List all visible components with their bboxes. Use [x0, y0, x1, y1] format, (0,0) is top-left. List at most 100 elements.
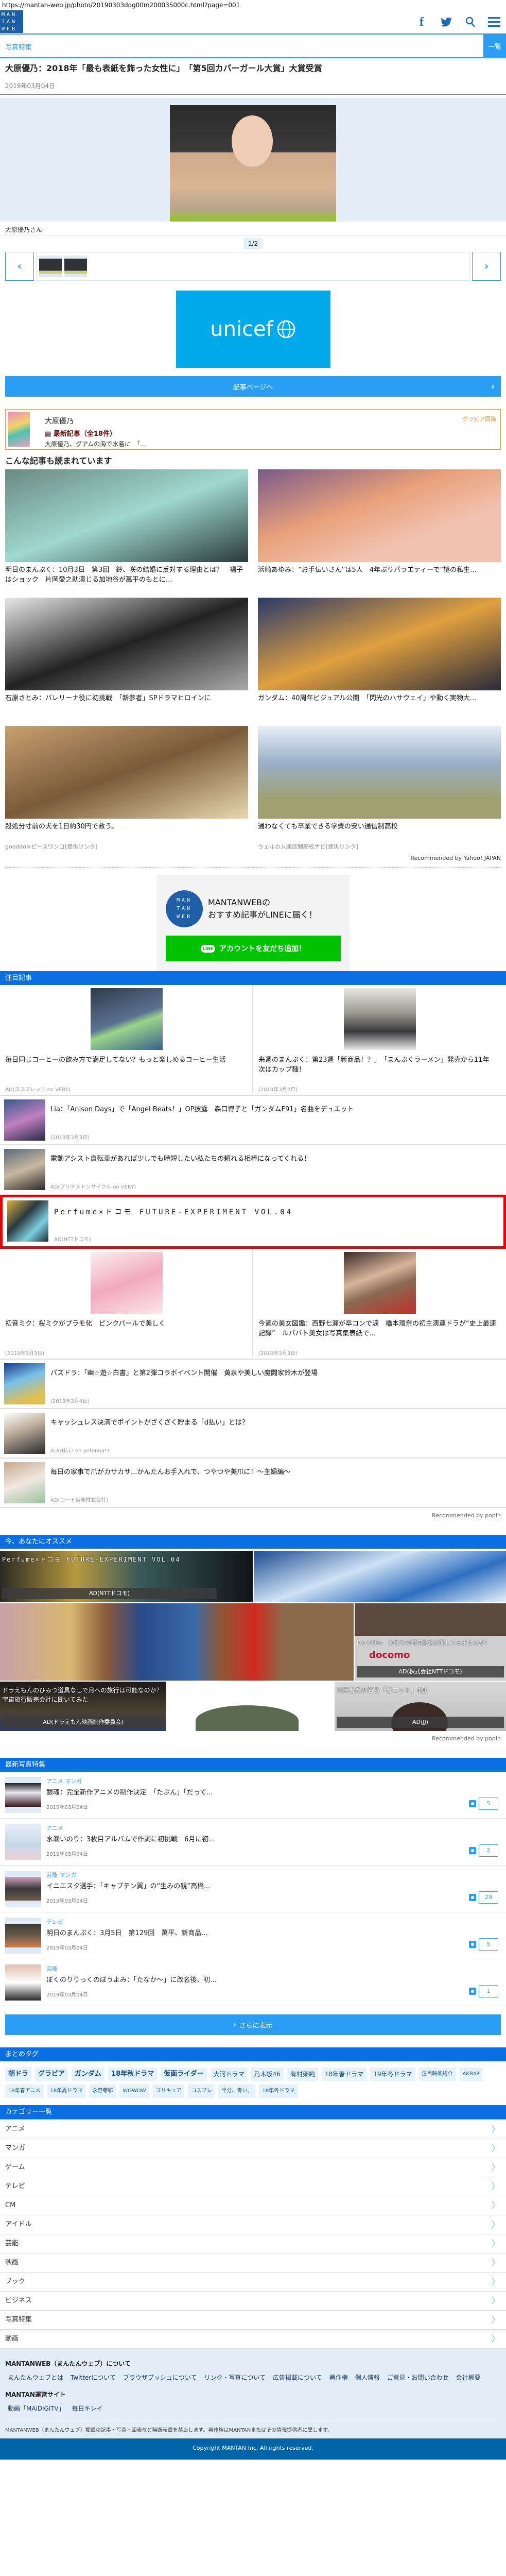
category-item[interactable]: 動画 〉 — [0, 2330, 506, 2349]
tag-link[interactable]: 半分、青い。 — [218, 2084, 256, 2098]
recommend-tile[interactable]: Perfume×ドコモ FUTURE-EXPERIMENT VOL.04 AD(N… — [0, 1551, 253, 1602]
footer-link[interactable]: ブラウザプッシュについて — [123, 2373, 197, 2382]
category-item[interactable]: ブック 〉 — [0, 2273, 506, 2292]
photo-list-item[interactable]: 芸能 マンガ イニエスタ選手：「キャプテン翼」の“生みの親”高橋... 2019年0… — [0, 1866, 506, 1912]
category-item[interactable]: 芸能 〉 — [0, 2234, 506, 2253]
list-item[interactable]: Lia：「Anison Days」で「Angel Beats！」OP披露 森口博… — [0, 1096, 506, 1145]
tag-link[interactable]: 18年春アニメ — [5, 2084, 44, 2098]
read-card[interactable]: ガンダム：40周年ビジュアル公開 「閃光のハサウェイ」や動く実物大… — [258, 598, 501, 721]
recommend-tile[interactable] — [254, 1551, 506, 1602]
list-item[interactable]: パズドラ：「幽☆遊☆白書」と第2弾コラボイベント開催 黄泉や美しい魔闘家鈴木が登… — [0, 1360, 506, 1409]
featured-card[interactable]: 来週のまんぷく：第23週「新商品！？」 「まんぷくラーメン」発売から11年 次は… — [253, 985, 506, 1095]
item-part: アニメ — [5, 2125, 25, 2133]
footer-link[interactable]: リンク・写真について — [204, 2373, 266, 2382]
tag-link[interactable]: プリキュア — [152, 2084, 185, 2098]
tag-link[interactable]: 永野芽郁 — [89, 2084, 116, 2098]
gravure-name[interactable]: 大原優乃 — [45, 416, 74, 426]
footer-link[interactable]: 広告掲載について — [273, 2373, 322, 2382]
featured-mid: 初音ミク：桜ミクがプラモ化 ピンクパールで美しく (2019年3月3日) 今週の美… — [0, 1249, 506, 1360]
highlight-ad-item[interactable]: Perfume×ドコモ FUTURE-EXPERIMENT VOL.04 AD(… — [0, 1195, 506, 1249]
tag-link[interactable]: 18年冬ドラマ — [259, 2084, 298, 2098]
category-item[interactable]: ビジネス 〉 — [0, 2292, 506, 2311]
list-button[interactable]: 一覧 — [483, 35, 506, 57]
read-card[interactable]: 石原さとみ：バレリーナ役に初挑戦 「新参者」SPドラマヒロインに — [5, 598, 248, 721]
camera-icon — [469, 1988, 476, 1995]
read-card[interactable]: 殺処分寸前の犬を1日約30円で救う。 gooddo×ピースワンコ[提供リンク] — [5, 726, 248, 851]
footer-link[interactable]: ご意見・お問い合わせ — [387, 2373, 449, 2382]
site-logo[interactable]: MAN TAN WEB — [0, 10, 23, 33]
list-item[interactable]: 毎日の家事で爪がカサカサ...かんたんお手入れで、つやつや美爪に！～主婦編～ AD… — [0, 1459, 506, 1508]
tag-link[interactable]: ガンダム — [72, 2067, 105, 2081]
list-item[interactable]: キャッシュレス決済でポイントがざくざく貯まる「d払い」とは？ AD(d払い on … — [0, 1409, 506, 1459]
category-item[interactable]: 映画 〉 — [0, 2253, 506, 2273]
line-add-friend-button[interactable]: LINE アカウントを友だち追加！ — [166, 936, 341, 961]
search-icon[interactable] — [463, 14, 478, 30]
featured-card[interactable]: 毎日同じコーヒーの飲み方で満足してない？もっと楽しめるコーヒー生活 AD(ネスプレ… — [0, 985, 253, 1095]
unicef-ad[interactable]: unicef — [176, 291, 330, 368]
next-photo-button[interactable]: › — [472, 252, 501, 281]
item-part — [5, 1964, 41, 2001]
recommend-tile[interactable] — [167, 1682, 334, 1731]
footer-link[interactable]: 動画「MAiDiGiTV」 — [8, 2404, 65, 2413]
tag-link[interactable]: 18年秋ドラマ — [108, 2067, 158, 2081]
featured-card[interactable]: 初音ミク：桜ミクがプラモ化 ピンクパールで美しく (2019年3月3日) — [0, 1249, 253, 1359]
tag-link[interactable]: コスプレ — [188, 2084, 215, 2098]
popin-credit[interactable]: Recommended by popIn — [0, 1731, 506, 1745]
prev-photo-button[interactable]: ‹ — [5, 252, 34, 281]
item-part: AD(ブリヂストンサイクル on VERY) — [50, 1184, 136, 1190]
footer-link[interactable]: まんたんウェブとは — [8, 2373, 63, 2382]
thumbnail-2[interactable] — [64, 256, 87, 277]
recommend-tile[interactable]: 川口春奈が着る「春ニット」4選 AD(JJ) — [335, 1682, 506, 1731]
footer-link[interactable]: Twitterについて — [71, 2373, 116, 2382]
category-item[interactable]: アイドル 〉 — [0, 2215, 506, 2234]
tag-link[interactable]: 18年夏ドラマ — [47, 2084, 86, 2098]
read-card[interactable]: 明日のまんぷく：10月3日 第3回 鈴、咲の結婚に反対する理由とは？ 福子はショ… — [5, 469, 248, 592]
footer-link[interactable]: 会社概要 — [456, 2373, 481, 2382]
tag-link[interactable]: グラビア — [35, 2067, 68, 2081]
category-item[interactable]: ゲーム 〉 — [0, 2158, 506, 2177]
main-photo[interactable] — [170, 105, 336, 222]
footer-link[interactable]: 個人情報 — [355, 2373, 380, 2382]
tag-link[interactable]: 大河ドラマ — [210, 2067, 248, 2081]
photo-list-item[interactable]: 芸能 ぼくのりりっくのぼうよみ：「たなか～」に改名後、初... 2019年03月04… — [0, 1959, 506, 2006]
category-item[interactable]: アニメ 〉 — [0, 2120, 506, 2139]
menu-icon[interactable] — [486, 14, 502, 30]
tag-link[interactable]: 仮面ライダー — [161, 2067, 207, 2081]
recommend-tile[interactable]: ドラえもんのひみつ道具なしで月への旅行は可能なのか？宇宙旅行販売会社に聞いてみた… — [0, 1682, 166, 1731]
thumbnail-1[interactable] — [39, 256, 62, 277]
gravure-box[interactable]: 大原優乃 ▤ 最新記事（全18件） 大原優乃、グアムの海で水着に 「... グラ… — [5, 409, 501, 450]
recommend-tile[interactable]: For ONEs あなたの耳年齢を診断してみませんか？ docomo AD(株式会社… — [355, 1603, 506, 1681]
footer-link[interactable]: 著作権 — [329, 2373, 348, 2382]
read-card[interactable]: 通わなくても卒業できる学費の安い通信制高校 ウェルカム通信制高校ナビ[提供リンク] — [258, 726, 501, 851]
photo-list-item[interactable]: アニメ マンガ 銀魂：完全新作アニメの制作決定 「たぶん」「だって... 2019年… — [0, 1772, 506, 1819]
category-item[interactable]: テレビ 〉 — [0, 2177, 506, 2196]
show-more-button[interactable]: › さらに表示 — [5, 2014, 501, 2035]
tag-link[interactable]: 朝ドラ — [5, 2067, 32, 2081]
tag-link[interactable]: AKB48 — [459, 2067, 483, 2081]
photo-list-item[interactable]: テレビ 明日のまんぷく：3月5日 第129回 萬平、新商品... 2019年03月0… — [0, 1912, 506, 1959]
tag-link[interactable]: 有村架純 — [287, 2067, 318, 2081]
yahoo-credit[interactable]: Recommended by Yahoo! JAPAN — [0, 851, 506, 865]
footer-link[interactable]: 毎日キレイ — [72, 2404, 103, 2413]
recommend-tile[interactable] — [0, 1603, 354, 1681]
photo-list-item[interactable]: アニメ 水瀬いのり：3枚目アルバムで作詞に初挑戦 6月に初... 2019年03月0… — [0, 1819, 506, 1866]
twitter-icon[interactable] — [439, 14, 454, 30]
tag-link[interactable]: 18年春ドラマ — [321, 2067, 367, 2081]
tag-link[interactable]: WOWOW — [119, 2084, 149, 2098]
facebook-icon[interactable]: f — [414, 14, 429, 30]
popin-credit[interactable]: Recommended by popIn — [0, 1508, 506, 1522]
read-card[interactable]: 浜崎あゆみ：“お手伝いさん”は5人 4年ぶりバラエティーで“謎の私生… — [258, 469, 501, 592]
category-item[interactable]: 写真特集 〉 — [0, 2311, 506, 2330]
list-item[interactable]: 電動アシスト自転車があれば少しでも時短したい私たちの頼れる相棒になってくれる！ A… — [0, 1145, 506, 1195]
article-page-button[interactable]: 記事ページへ › — [5, 376, 501, 397]
item-part: CM — [5, 2201, 16, 2209]
gravure-excerpt[interactable]: 大原優乃、グアムの海で水着に 「... — [45, 439, 146, 448]
latest-articles-link[interactable]: ▤ 最新記事（全18件） — [45, 428, 116, 438]
tag-link[interactable]: 注目映画紹介 — [418, 2067, 456, 2081]
featured-card[interactable]: 今週の美女図鑑：西野七瀬が卒コンで涙 橋本環奈の初主演連ドラが“史上最速記録” … — [253, 1249, 506, 1359]
category-item[interactable]: マンガ 〉 — [0, 2139, 506, 2158]
category-item[interactable]: CM 〉 — [0, 2196, 506, 2215]
tag-link[interactable]: 乃木坂46 — [251, 2067, 284, 2081]
tag-link[interactable]: 19年冬ドラマ — [370, 2067, 415, 2081]
section-label[interactable]: 写真特集 — [5, 42, 32, 52]
